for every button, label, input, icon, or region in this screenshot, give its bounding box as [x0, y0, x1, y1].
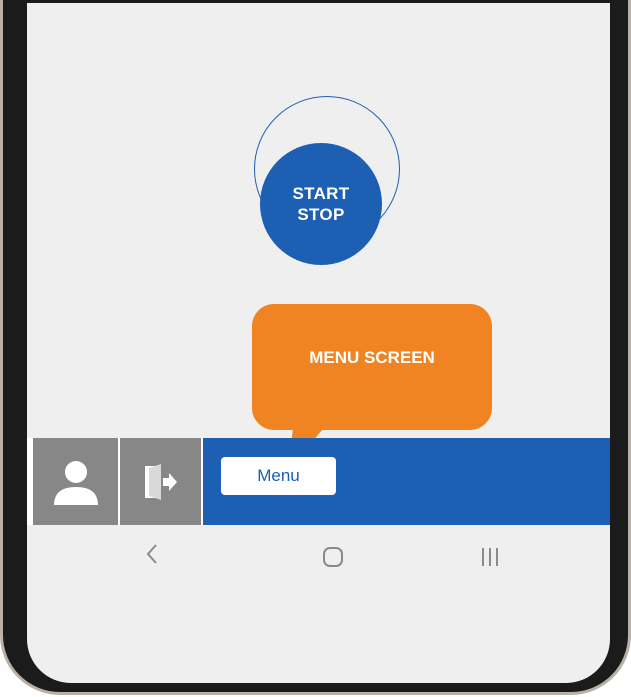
- user-icon: [53, 460, 98, 505]
- logout-icon: [144, 463, 177, 500]
- start-stop-button[interactable]: START STOP: [260, 143, 382, 265]
- recent-apps-icon[interactable]: [479, 545, 501, 569]
- start-label: START: [292, 184, 350, 203]
- menu-screen-callout: MENU SCREEN: [252, 304, 492, 430]
- menu-button[interactable]: Menu: [221, 457, 336, 495]
- logout-button[interactable]: [120, 438, 201, 525]
- user-profile-button[interactable]: [33, 438, 118, 525]
- callout-label: MENU SCREEN: [309, 348, 435, 367]
- back-icon[interactable]: [143, 541, 161, 567]
- stop-label: STOP: [297, 205, 345, 224]
- menu-button-label: Menu: [257, 466, 300, 485]
- bottom-toolbar: Menu: [27, 438, 610, 525]
- app-screen: START STOP MENU SCREEN Menu: [27, 3, 610, 683]
- phone-frame: START STOP MENU SCREEN Menu: [0, 0, 631, 695]
- home-icon[interactable]: [321, 545, 345, 569]
- system-navigation-bar: [27, 525, 610, 623]
